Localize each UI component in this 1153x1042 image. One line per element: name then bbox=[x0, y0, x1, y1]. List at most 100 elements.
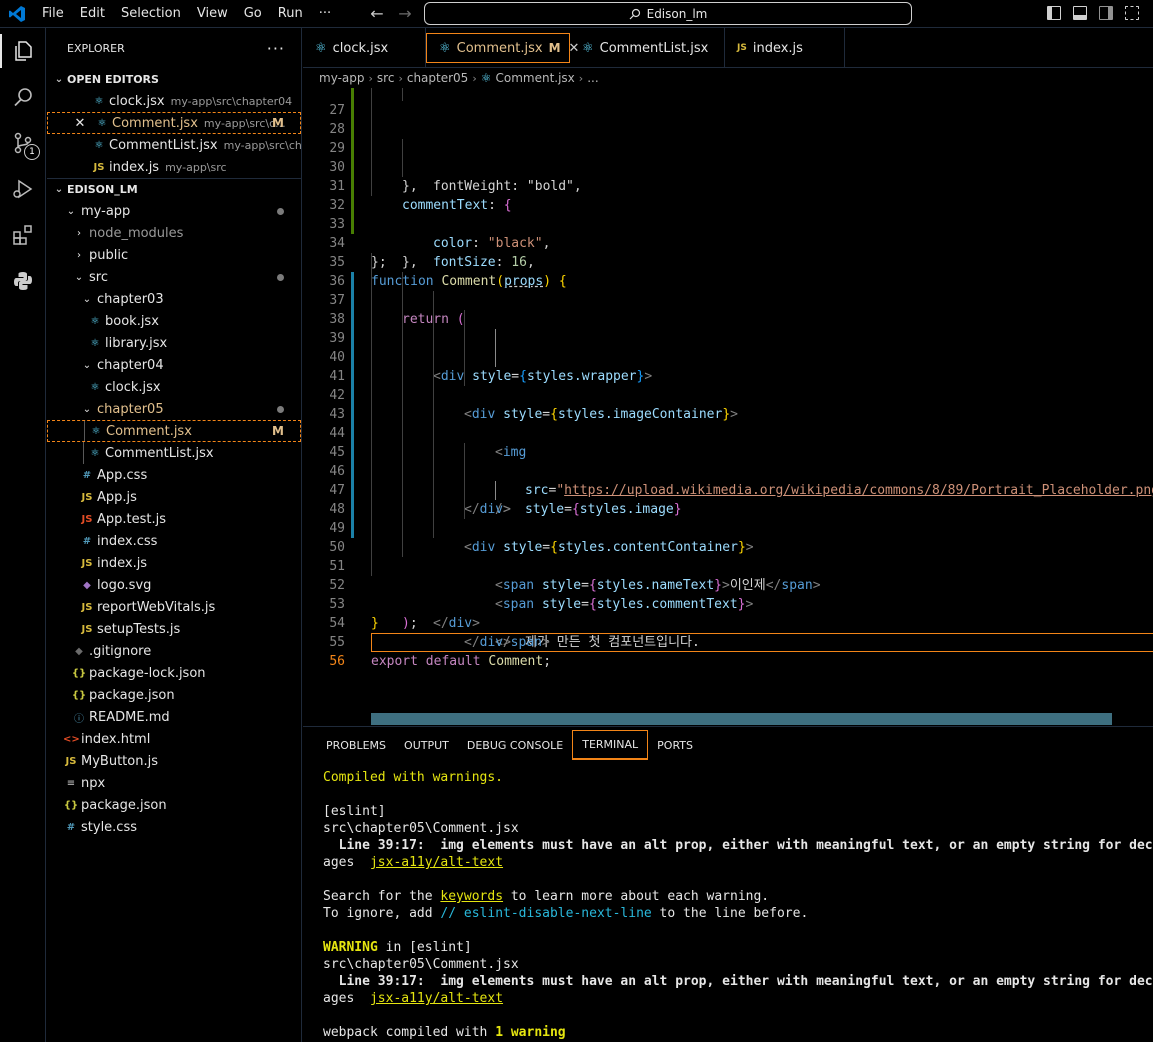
tree-file[interactable]: # index.css bbox=[47, 530, 301, 552]
extensions-icon[interactable] bbox=[0, 212, 46, 258]
tab-terminal[interactable]: TERMINAL bbox=[572, 730, 649, 760]
terminal-warning-label: WARNING bbox=[323, 940, 378, 955]
search-icon[interactable] bbox=[0, 74, 46, 120]
tree-folder-node-modules[interactable]: › node_modules bbox=[47, 222, 301, 244]
breadcrumb-item[interactable]: chapter05 bbox=[407, 71, 468, 85]
tree-folder-chapter04[interactable]: ⌄ chapter04 bbox=[47, 354, 301, 376]
tab-comment[interactable]: ⚛ Comment.jsx M ✕ bbox=[426, 33, 579, 63]
tree-file[interactable]: <> index.html bbox=[47, 728, 301, 750]
tab-commentlist[interactable]: ⚛ CommentList.jsx bbox=[570, 28, 725, 68]
tab-index[interactable]: JS index.js bbox=[725, 28, 845, 68]
tree-file[interactable]: ◆ .gitignore bbox=[47, 640, 301, 662]
css-file-icon: # bbox=[82, 469, 92, 481]
tree-file[interactable]: ⚛ book.jsx bbox=[47, 310, 301, 332]
gutter-change-marker bbox=[351, 291, 354, 310]
breadcrumb-item[interactable]: Comment.jsx bbox=[495, 71, 574, 85]
toggle-panel-icon[interactable] bbox=[1073, 6, 1087, 20]
terminal-output[interactable]: Compiled with warnings. [eslint] src\cha… bbox=[303, 763, 1153, 1042]
toggle-secondary-sidebar-icon[interactable] bbox=[1099, 6, 1113, 20]
open-editor-item[interactable]: JS index.js my-app\src bbox=[47, 156, 301, 178]
chevron-right-icon: › bbox=[578, 71, 584, 85]
json-file-icon: {} bbox=[63, 799, 79, 811]
indent-guide bbox=[464, 348, 465, 367]
chevron-right-icon: › bbox=[398, 71, 403, 85]
tree-file[interactable]: ⚛ library.jsx bbox=[47, 332, 301, 354]
tree-file[interactable]: ⚛ CommentList.jsx bbox=[47, 442, 301, 464]
tab-output[interactable]: OUTPUT bbox=[395, 730, 458, 760]
tree-file[interactable]: ◆ logo.svg bbox=[47, 574, 301, 596]
tree-file[interactable]: JS App.js bbox=[47, 486, 301, 508]
tree-file[interactable]: ⚛ clock.jsx bbox=[47, 376, 301, 398]
indent-guide bbox=[371, 405, 372, 424]
code-line: 38 <div style={styles.imageContainer}> bbox=[303, 291, 1153, 422]
terminal-text: Search for the bbox=[323, 889, 441, 904]
tab-problems[interactable]: PROBLEMS bbox=[317, 730, 395, 760]
tree-file[interactable]: JS MyButton.js bbox=[47, 750, 301, 772]
tree-file[interactable]: {} package-lock.json bbox=[47, 662, 301, 684]
tree-folder-chapter03[interactable]: ⌄ chapter03 bbox=[47, 288, 301, 310]
tree-file[interactable]: JS index.js bbox=[47, 552, 301, 574]
code-editor[interactable]: 27 fontWeight: "bold", 28 }, 29 commentT… bbox=[303, 88, 1153, 726]
python-icon[interactable] bbox=[0, 258, 46, 304]
menu-file[interactable]: File bbox=[34, 0, 72, 28]
tree-label: package-lock.json bbox=[89, 665, 206, 681]
tree-file[interactable]: ≡ npx bbox=[47, 772, 301, 794]
code-line: 28 }, bbox=[303, 101, 1153, 194]
open-editor-item[interactable]: ⚛ clock.jsx my-app\src\chapter04 bbox=[47, 90, 301, 112]
menu-edit[interactable]: Edit bbox=[72, 0, 113, 28]
customize-layout-icon[interactable] bbox=[1125, 6, 1139, 20]
forward-arrow-icon[interactable]: → bbox=[396, 4, 414, 24]
tree-folder-my-app[interactable]: ⌄ my-app bbox=[47, 200, 301, 222]
open-editor-item[interactable]: ⚛ CommentList.jsx my-app\src\cha... bbox=[47, 134, 301, 156]
explorer-more-icon[interactable]: ··· bbox=[267, 39, 285, 58]
open-editor-item-active[interactable]: ✕ ⚛ Comment.jsx my-app\src\c... M bbox=[47, 112, 301, 134]
terminal-rule-link[interactable]: jsx-a11y/alt-text bbox=[370, 991, 503, 1006]
indent-guide bbox=[464, 500, 465, 519]
tree-folder-chapter05[interactable]: ⌄ chapter05 bbox=[47, 398, 301, 420]
horizontal-scrollbar[interactable] bbox=[371, 713, 1112, 725]
code-line: 42 /> bbox=[303, 367, 1153, 517]
menu-go[interactable]: Go bbox=[236, 0, 270, 28]
explorer-icon[interactable] bbox=[0, 28, 46, 74]
indent-guide bbox=[371, 272, 372, 291]
tab-debug-console[interactable]: DEBUG CONSOLE bbox=[458, 730, 572, 760]
run-debug-icon[interactable] bbox=[0, 166, 46, 212]
code-line: 46 <span style={styles.nameText}>이인제</sp… bbox=[303, 443, 1153, 593]
close-icon[interactable]: ✕ bbox=[72, 116, 88, 131]
toggle-primary-sidebar-icon[interactable] bbox=[1047, 6, 1061, 20]
tree-file[interactable]: JS App.test.js bbox=[47, 508, 301, 530]
tree-file[interactable]: {} package.json bbox=[47, 794, 301, 816]
tab-ports[interactable]: PORTS bbox=[648, 730, 702, 760]
tree-label: library.jsx bbox=[105, 335, 168, 351]
source-control-icon[interactable]: 1 bbox=[0, 120, 46, 166]
tree-file[interactable]: # App.css bbox=[47, 464, 301, 486]
breadcrumb-item[interactable]: my-app bbox=[319, 71, 365, 85]
code-line: 48 제가 만든 첫 컴포넌트입니다. bbox=[303, 481, 1153, 650]
indent-guide bbox=[371, 424, 372, 443]
menu-run[interactable]: Run bbox=[270, 0, 311, 28]
tree-label: MyButton.js bbox=[81, 753, 158, 769]
chevron-down-icon: ⌄ bbox=[82, 359, 92, 371]
tree-file-selected[interactable]: ⚛ Comment.jsx M bbox=[47, 420, 301, 442]
tree-file[interactable]: JS reportWebVitals.js bbox=[47, 596, 301, 618]
menu-selection[interactable]: Selection bbox=[113, 0, 189, 28]
tree-file[interactable]: # style.css bbox=[47, 816, 301, 838]
terminal-keywords-link[interactable]: keywords bbox=[440, 889, 503, 904]
tree-file[interactable]: ⓘ README.md bbox=[47, 706, 301, 728]
menu-more[interactable]: ··· bbox=[311, 0, 339, 28]
command-center-search[interactable]: Edison_lm bbox=[424, 2, 912, 25]
tree-file[interactable]: {} package.json bbox=[47, 684, 301, 706]
menu-view[interactable]: View bbox=[189, 0, 236, 28]
tree-folder-public[interactable]: › public bbox=[47, 244, 301, 266]
terminal-rule-link[interactable]: jsx-a11y/alt-text bbox=[370, 855, 503, 870]
tree-label: index.html bbox=[81, 731, 151, 747]
workspace-header[interactable]: ⌄ EDISON_LM bbox=[47, 178, 301, 200]
tab-clock[interactable]: ⚛ clock.jsx bbox=[303, 28, 426, 68]
tree-file[interactable]: JS setupTests.js bbox=[47, 618, 301, 640]
back-arrow-icon[interactable]: ← bbox=[368, 4, 386, 24]
tree-folder-src[interactable]: ⌄ src bbox=[47, 266, 301, 288]
open-editor-name: index.js bbox=[109, 159, 160, 175]
breadcrumb-item[interactable]: src bbox=[377, 71, 395, 85]
open-editors-header[interactable]: ⌄ OPEN EDITORS bbox=[47, 68, 301, 90]
breadcrumb-item[interactable]: ... bbox=[587, 71, 598, 85]
